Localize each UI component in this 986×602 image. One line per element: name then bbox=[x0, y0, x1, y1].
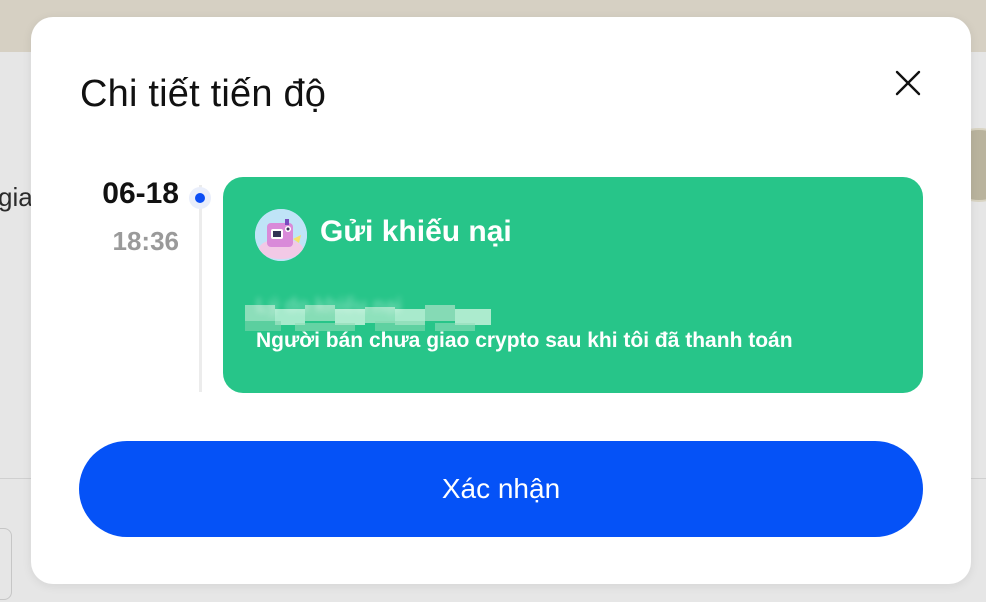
close-button[interactable] bbox=[888, 63, 928, 103]
modal-title: Chi tiết tiến độ bbox=[80, 73, 327, 115]
card-title: Gửi khiếu nại bbox=[320, 215, 512, 248]
timeline-line bbox=[199, 185, 202, 392]
user-avatar-icon bbox=[255, 209, 307, 261]
card-subtitle: Lý do khiếu nại bbox=[256, 295, 402, 317]
confirm-button[interactable]: Xác nhận bbox=[79, 441, 923, 537]
timeline-dot bbox=[189, 187, 211, 209]
background-box bbox=[0, 528, 12, 600]
background-partial-text: gia bbox=[0, 182, 33, 212]
timeline-dot-inner bbox=[195, 193, 205, 203]
complaint-card: Gửi khiếu nại Lý do khiếu nại Người bán … bbox=[223, 177, 923, 393]
card-description: Người bán chưa giao crypto sau khi tôi đ… bbox=[256, 329, 793, 352]
close-icon bbox=[895, 70, 921, 96]
progress-detail-modal: Chi tiết tiến độ 06-18 18:36 Gửi khiếu n… bbox=[31, 17, 971, 584]
timeline-time: 18:36 bbox=[112, 226, 180, 256]
timeline-date: 06-18 bbox=[102, 177, 179, 210]
